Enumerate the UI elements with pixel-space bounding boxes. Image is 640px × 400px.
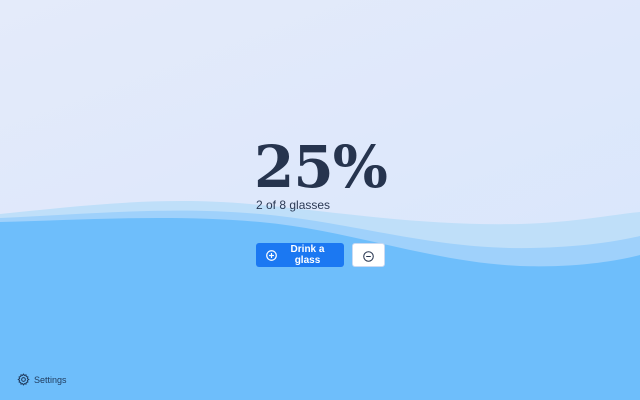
settings-label: Settings: [34, 374, 67, 385]
minus-circle-icon: [363, 250, 374, 262]
remove-glass-button[interactable]: [352, 243, 385, 267]
drink-glass-label: Drink a glass: [290, 244, 325, 266]
progress-display: 25% 2 of 8 glasses: [254, 133, 388, 212]
progress-percent: 25%: [254, 133, 388, 201]
action-buttons: Drink a glass: [256, 243, 385, 267]
drink-glass-button[interactable]: Drink a glass: [256, 243, 344, 267]
gear-icon: [17, 373, 30, 386]
plus-circle-icon: [266, 249, 277, 261]
settings-link[interactable]: Settings: [17, 373, 67, 386]
